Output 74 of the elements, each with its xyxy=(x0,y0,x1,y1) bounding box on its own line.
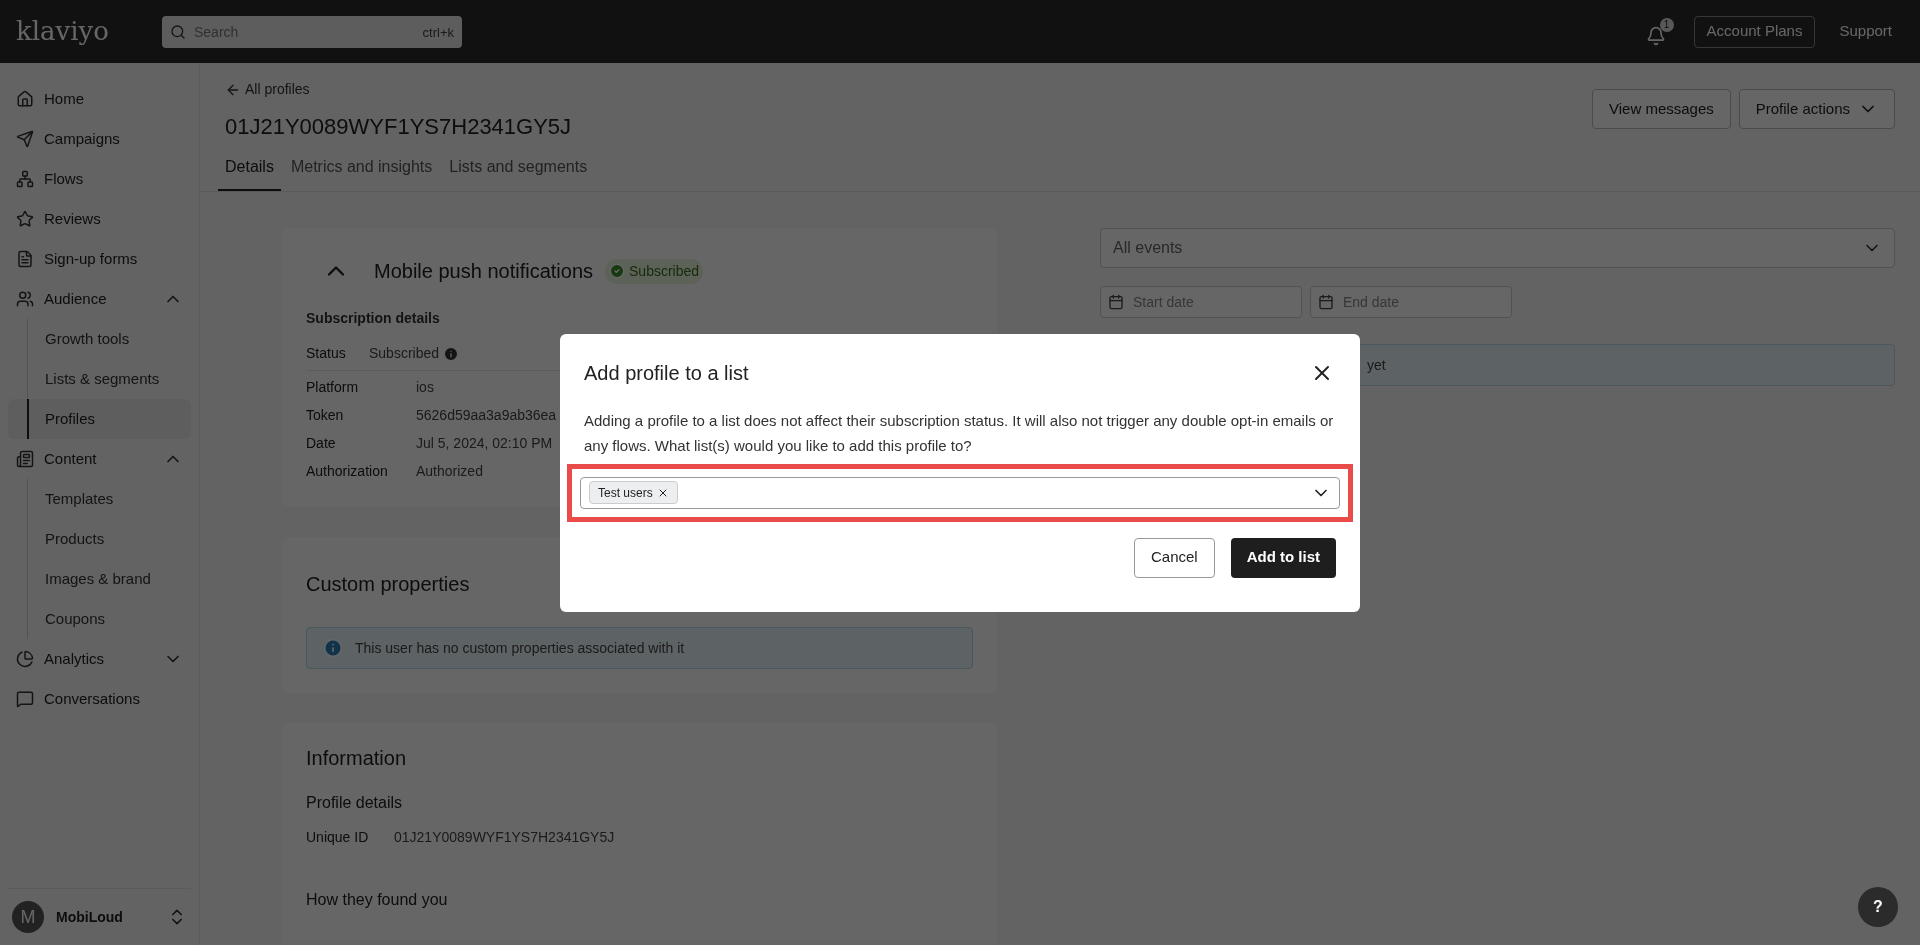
cancel-button[interactable]: Cancel xyxy=(1133,537,1215,578)
check-icon xyxy=(609,263,625,279)
dialog-title: Add profile to a list xyxy=(584,360,749,386)
field-value: 01J21Y0089WYF1YS7H2341GY5J xyxy=(394,828,615,847)
section-heading: Profile details xyxy=(306,793,403,813)
event-filter-select[interactable]: All events xyxy=(1100,228,1895,268)
sidebar-item[interactable]: Flows xyxy=(8,159,191,199)
support-link[interactable]: Support xyxy=(1827,15,1904,48)
avatar[interactable]: M xyxy=(12,901,44,933)
calendar-icon xyxy=(1108,294,1124,310)
search-icon xyxy=(170,23,186,40)
sidebar-item[interactable]: Analytics xyxy=(8,639,191,679)
sidebar-item[interactable]: Audience xyxy=(8,279,191,319)
notification-badge: 1 xyxy=(1659,17,1674,32)
pie-chart-icon xyxy=(16,650,34,668)
flow-diagram-icon xyxy=(16,170,34,188)
sidebar-item[interactable]: Sign-up forms xyxy=(8,239,191,279)
document-icon xyxy=(16,250,34,268)
tab[interactable]: Metrics and insights xyxy=(283,155,440,191)
sidebar-item[interactable]: Content xyxy=(8,439,191,479)
field-value: Subscribed xyxy=(369,344,440,363)
sidebar-subitem[interactable]: Lists & segments xyxy=(8,359,191,399)
page-title: 01J21Y0089WYF1YS7H2341GY5J xyxy=(225,113,572,141)
help-button[interactable]: ? xyxy=(1858,887,1898,927)
info-notice: This user has no custom properties associated with it xyxy=(306,627,973,669)
sidebar-item[interactable]: Reviews xyxy=(8,199,191,239)
info-icon xyxy=(323,638,343,658)
account-name: MobiLoud xyxy=(56,907,124,927)
sidebar-item[interactable]: Campaigns xyxy=(8,119,191,159)
newspaper-icon xyxy=(16,450,34,468)
people-icon xyxy=(16,290,34,308)
chat-bubble-icon xyxy=(16,690,34,708)
card-title: Mobile push notifications xyxy=(374,259,593,284)
sidebar-subitem[interactable]: Products xyxy=(8,519,191,559)
tab[interactable]: Details xyxy=(218,155,281,191)
status-badge: Subscribed xyxy=(605,258,704,284)
paper-plane-icon xyxy=(16,130,34,148)
add-to-list-button[interactable]: Add to list xyxy=(1230,537,1336,578)
tab[interactable]: Lists and segments xyxy=(442,155,595,191)
sidebar-item[interactable]: Conversations xyxy=(8,679,191,719)
card-title: Information xyxy=(306,746,407,771)
field-value: ios xyxy=(416,378,434,397)
list-select[interactable]: Test users xyxy=(580,476,1340,509)
view-messages-button[interactable]: View messages xyxy=(1592,89,1731,129)
field-value: Authorized xyxy=(416,462,483,481)
sidebar-subitem[interactable]: Growth tools xyxy=(8,319,191,359)
house-icon xyxy=(16,90,34,108)
field-value: 5626d59aa3a9ab36ea xyxy=(416,406,557,425)
sidebar-subitem[interactable]: Images & brand xyxy=(8,559,191,599)
logo[interactable]: klaviyo xyxy=(16,12,146,51)
info-icon xyxy=(443,345,460,362)
sidebar-item[interactable]: Home xyxy=(8,79,191,119)
account-plans-button[interactable]: Account Plans xyxy=(1693,15,1816,48)
section-heading: How they found you xyxy=(306,890,448,910)
sidebar-subitem[interactable]: Coupons xyxy=(8,599,191,639)
field-value: Jul 5, 2024, 02:10 PM xyxy=(416,434,553,453)
profile-actions-button[interactable]: Profile actions xyxy=(1738,89,1895,129)
star-icon xyxy=(16,210,34,228)
section-heading: Subscription details xyxy=(306,309,440,328)
card-title: Custom properties xyxy=(306,572,470,597)
bell-icon[interactable] xyxy=(1645,25,1666,46)
field-label: Status xyxy=(306,344,347,363)
list-tag: Test users xyxy=(589,481,678,504)
back-link[interactable]: All profiles xyxy=(225,79,310,100)
field-label: Unique ID xyxy=(306,828,370,847)
field-label: Date xyxy=(306,434,337,453)
dialog-description: Adding a profile to a list does not affect their subscription status. It will also not trigger any double opt-in emails or any flows. What list(s) would you like to add this profile to? xyxy=(584,410,1335,456)
field-label: Platform xyxy=(306,378,360,397)
field-label: Token xyxy=(306,406,345,425)
field-label: Authorization xyxy=(306,462,389,481)
sidebar-subitem[interactable]: Profiles xyxy=(8,399,191,439)
sidebar-subitem[interactable]: Templates xyxy=(8,479,191,519)
shortcut-hint: ctrl+k xyxy=(422,23,454,42)
calendar-icon xyxy=(1318,294,1334,310)
